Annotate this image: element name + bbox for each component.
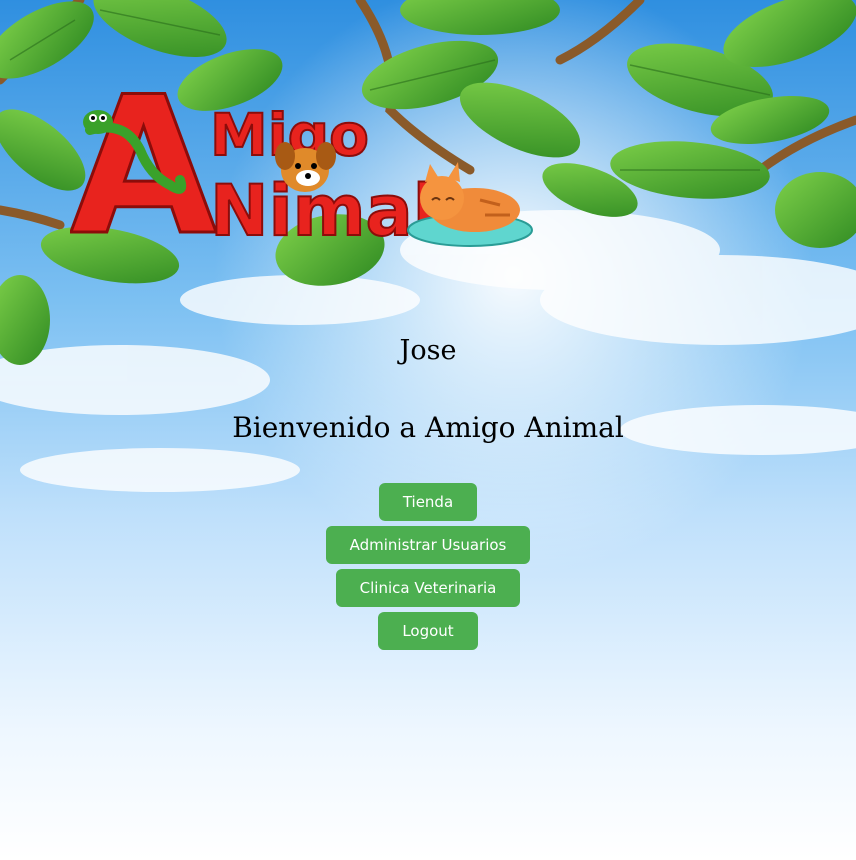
main-menu: Tienda Administrar Usuarios Clinica Vete… xyxy=(0,483,856,650)
administrar-usuarios-button[interactable]: Administrar Usuarios xyxy=(325,526,531,564)
main-content: Jose Bienvenido a Amigo Animal Tienda Ad… xyxy=(0,0,856,860)
logout-button[interactable]: Logout xyxy=(378,612,478,650)
welcome-heading: Bienvenido a Amigo Animal xyxy=(232,411,624,444)
user-name: Jose xyxy=(399,335,457,366)
tienda-button[interactable]: Tienda xyxy=(378,483,478,521)
clinica-veterinaria-button[interactable]: Clinica Veterinaria xyxy=(335,569,521,607)
